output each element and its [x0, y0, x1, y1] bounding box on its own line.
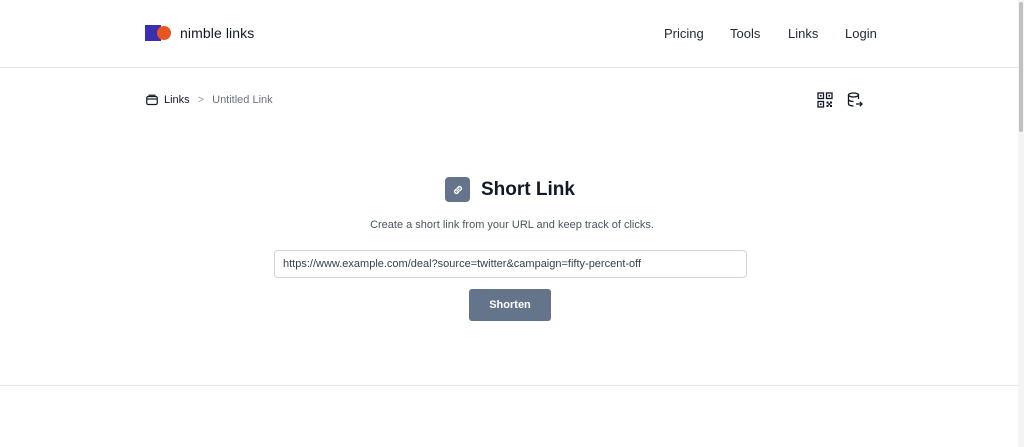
page-subtitle: Create a short link from your URL and ke… [370, 219, 654, 231]
breadcrumb-current: Untitled Link [212, 94, 273, 106]
nav-links[interactable]: Links [788, 26, 818, 41]
link-icon [445, 177, 470, 202]
nav-tools[interactable]: Tools [730, 26, 760, 41]
folder-icon [146, 94, 158, 106]
section-divider [0, 385, 1024, 386]
nav-login[interactable]: Login [845, 26, 877, 41]
title-row: Short Link [445, 177, 575, 202]
breadcrumb-separator: > [197, 94, 205, 106]
brand-name: nimble links [180, 25, 255, 41]
shorten-button[interactable]: Shorten [469, 289, 551, 321]
page-title: Short Link [481, 178, 575, 200]
url-input[interactable] [274, 250, 747, 278]
scrollbar[interactable] [1018, 0, 1024, 447]
scrollbar-thumb[interactable] [1019, 2, 1023, 132]
nav-pricing[interactable]: Pricing [664, 26, 704, 41]
header: nimble links Pricing Tools Links Login [0, 0, 1024, 68]
breadcrumb-links[interactable]: Links [164, 94, 190, 106]
logo-mark-icon [145, 25, 172, 41]
logo[interactable]: nimble links [145, 25, 254, 41]
breadcrumb: Links > Untitled Link [146, 94, 273, 106]
qr-code-icon[interactable] [817, 92, 833, 108]
database-export-icon[interactable] [847, 92, 863, 108]
